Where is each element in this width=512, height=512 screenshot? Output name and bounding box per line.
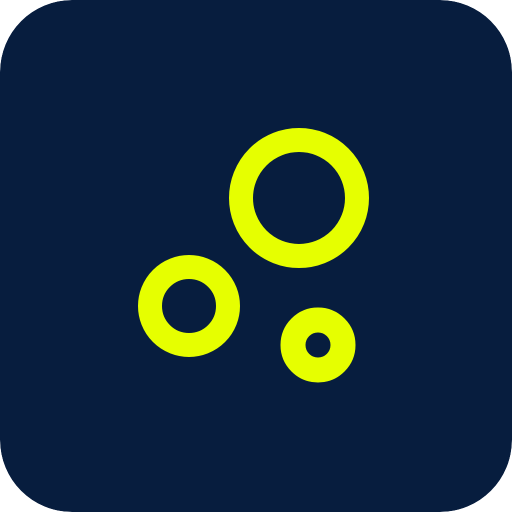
bubbles-icon bbox=[0, 0, 512, 512]
icon-background bbox=[0, 0, 512, 512]
app-icon[interactable] bbox=[0, 0, 512, 512]
